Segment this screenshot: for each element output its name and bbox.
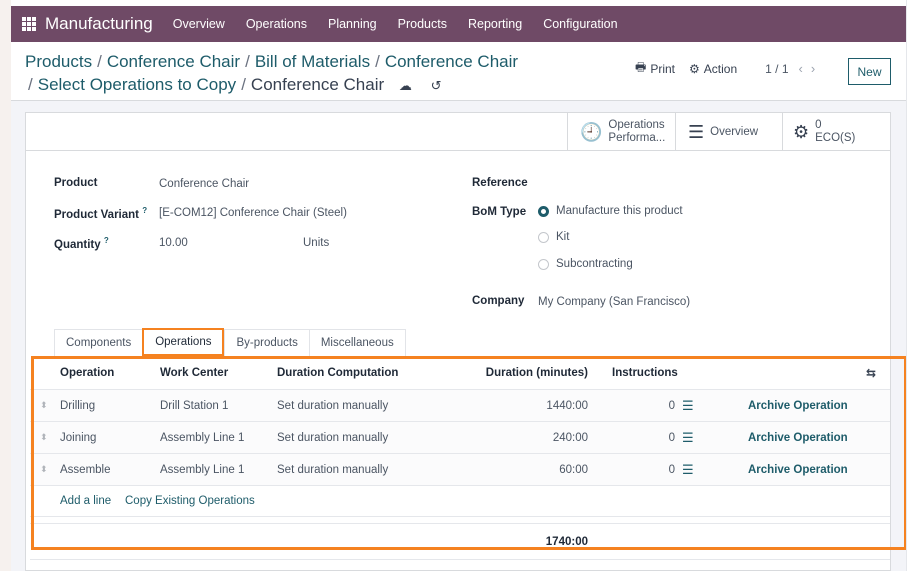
tab-components[interactable]: Components (54, 329, 143, 356)
optional-columns-icon[interactable]: ⇆ (866, 366, 876, 380)
operations-performance-button[interactable]: 🕘 Operations Performa... (567, 113, 675, 151)
control-panel-actions: 🖶 Print ⚙ Action 1 / 1 ‹› (635, 58, 823, 79)
header-instructions[interactable]: Instructions (612, 367, 678, 379)
breadcrumb-current: Conference Chair (250, 75, 385, 94)
smart-button-box: 🕘 Operations Performa... ☰ Overview ⚙ 0 EC… (26, 113, 890, 151)
bom-type-manufacture-radio[interactable]: Manufacture this product (538, 205, 683, 217)
breadcrumb-select-operations[interactable]: Select Operations to Copy (38, 75, 236, 94)
clock-icon: 🕘 (580, 121, 603, 142)
tab-by-products[interactable]: By-products (224, 329, 309, 356)
archive-operation-button[interactable]: Archive Operation (748, 400, 848, 412)
tab-miscellaneous[interactable]: Miscellaneous (308, 329, 406, 356)
new-button[interactable]: New (848, 58, 891, 85)
quantity-label: Quantity ? (54, 236, 109, 251)
nav-operations[interactable]: Operations (246, 17, 307, 31)
total-duration: 1740:00 (545, 535, 588, 548)
header-operation[interactable]: Operation (60, 367, 114, 379)
notebook-tabs: Components Operations By-products Miscel… (54, 328, 406, 356)
scrollbar[interactable] (906, 0, 915, 571)
pager-value[interactable]: 1 / 1 (765, 62, 788, 76)
nav-products[interactable]: Products (398, 17, 447, 31)
tab-operations[interactable]: Operations (142, 328, 225, 356)
breadcrumb-bom-conference-chair[interactable]: Conference Chair (385, 52, 518, 71)
drag-handle-icon[interactable]: ⬍ (40, 464, 48, 475)
overview-button[interactable]: ☰ Overview (675, 113, 782, 151)
product-variant-label: Product Variant ? (54, 206, 148, 221)
nav-planning[interactable]: Planning (328, 17, 377, 31)
left-edge-strip (0, 0, 11, 571)
product-variant-field[interactable]: [E-COM12] Conference Chair (Steel) (159, 207, 347, 219)
breadcrumb: Products / Conference Chair / Bill of Materi… (25, 50, 545, 97)
help-tooltip-icon[interactable]: ? (142, 206, 147, 215)
breadcrumb-bill-of-materials[interactable]: Bill of Materials (255, 52, 370, 71)
instructions-list-icon[interactable]: ☰ (682, 430, 694, 446)
quantity-uom[interactable]: Units (303, 237, 329, 249)
add-line-row: Add a line Copy Existing Operations (30, 486, 890, 517)
nav-reporting[interactable]: Reporting (468, 17, 522, 31)
add-line-link[interactable]: Add a line (60, 495, 111, 507)
app-window: Manufacturing Overview Operations Planni… (11, 0, 907, 571)
print-button[interactable]: 🖶 Print (635, 58, 675, 79)
nav-overview[interactable]: Overview (173, 17, 225, 31)
copy-existing-operations-link[interactable]: Copy Existing Operations (125, 495, 255, 507)
instructions-list-icon[interactable]: ☰ (682, 462, 694, 478)
product-label: Product (54, 177, 98, 189)
bom-type-subcontracting-radio[interactable]: Subcontracting (538, 258, 633, 270)
quantity-field[interactable]: 10.00 (159, 237, 188, 249)
printer-icon: 🖶 (635, 60, 647, 74)
pager-next-icon[interactable]: › (811, 61, 823, 76)
breadcrumb-conference-chair[interactable]: Conference Chair (107, 52, 240, 71)
operations-table: Operation Work Center Duration Computati… (30, 356, 890, 560)
table-row[interactable]: ⬍ Drilling Drill Station 1 Set duration … (30, 390, 890, 422)
help-tooltip-icon[interactable]: ? (104, 236, 109, 245)
archive-operation-button[interactable]: Archive Operation (748, 464, 848, 476)
drag-handle-icon[interactable]: ⬍ (40, 432, 48, 443)
table-header: Operation Work Center Duration Computati… (30, 356, 890, 390)
table-row[interactable]: ⬍ Assemble Assembly Line 1 Set duration … (30, 454, 890, 486)
header-work-center[interactable]: Work Center (160, 367, 228, 379)
top-navbar: Manufacturing Overview Operations Planni… (11, 6, 906, 42)
cloud-upload-icon[interactable]: ☁ (399, 74, 412, 97)
table-row[interactable]: ⬍ Joining Assembly Line 1 Set duration m… (30, 422, 890, 454)
bom-type-label: BoM Type (472, 206, 527, 218)
undo-icon[interactable]: ↺ (431, 74, 442, 97)
table-footer-total: 1740:00 (30, 524, 890, 560)
form-sheet: 🕘 Operations Performa... ☰ Overview ⚙ 0 EC… (25, 112, 891, 571)
reference-label: Reference (472, 177, 528, 189)
eco-button[interactable]: ⚙ 0 ECO(S) (782, 113, 890, 151)
product-field[interactable]: Conference Chair (159, 178, 249, 190)
drag-handle-icon[interactable]: ⬍ (40, 400, 48, 411)
bom-type-kit-radio[interactable]: Kit (538, 231, 569, 243)
apps-grid-icon[interactable] (22, 17, 36, 31)
pager-prev-icon[interactable]: ‹ (799, 61, 811, 76)
company-label: Company (472, 295, 525, 307)
header-duration[interactable]: Duration (minutes) (470, 367, 588, 379)
breadcrumb-products[interactable]: Products (25, 52, 92, 71)
archive-operation-button[interactable]: Archive Operation (748, 432, 848, 444)
gears-icon: ⚙ (793, 121, 810, 142)
header-duration-computation[interactable]: Duration Computation (277, 367, 398, 379)
app-brand[interactable]: Manufacturing (45, 14, 153, 34)
action-button[interactable]: ⚙ Action (689, 62, 737, 76)
instructions-list-icon[interactable]: ☰ (682, 398, 694, 414)
list-bars-icon: ☰ (688, 121, 705, 142)
company-field[interactable]: My Company (San Francisco) (538, 296, 690, 308)
gear-icon: ⚙ (689, 61, 700, 76)
nav-configuration[interactable]: Configuration (543, 17, 617, 31)
